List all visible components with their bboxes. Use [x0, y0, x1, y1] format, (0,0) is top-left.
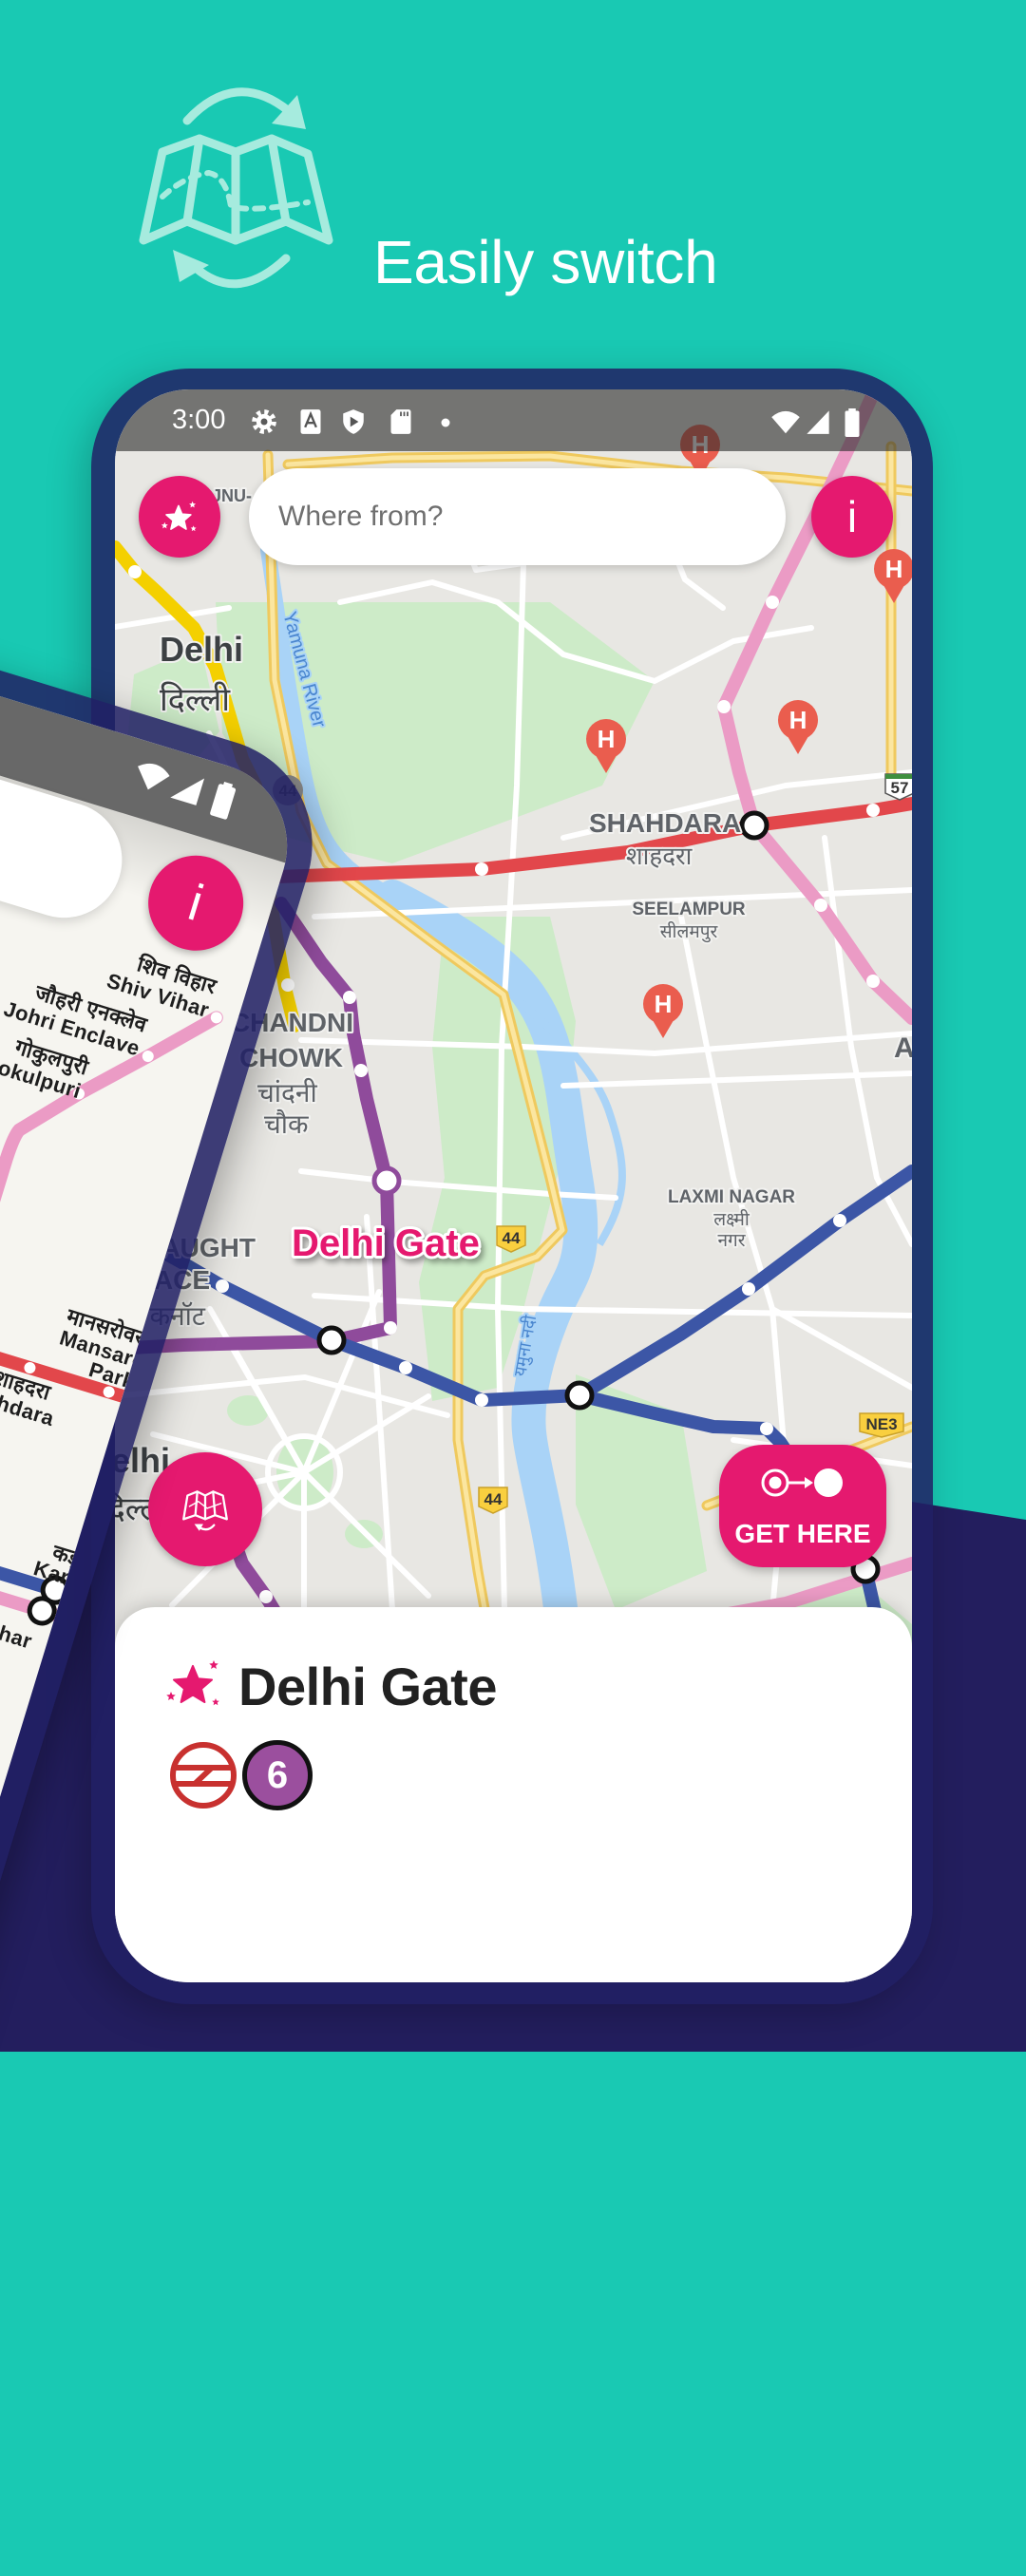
station-dot[interactable] [742, 1282, 755, 1296]
interchange-station[interactable] [739, 810, 770, 841]
hospital-pin-label: H [598, 725, 616, 753]
station-dot[interactable] [833, 1214, 846, 1227]
station-dot[interactable] [259, 1590, 273, 1603]
map-label: लक्ष्मी [713, 1208, 750, 1230]
status-time: 3:00 [172, 405, 226, 435]
station-dot[interactable] [717, 700, 731, 713]
highway-shield-label: 57 [891, 779, 909, 797]
info-icon: i [846, 492, 858, 541]
switch-map-button[interactable] [148, 1452, 262, 1566]
map-label: A [894, 1032, 912, 1064]
map-label: चांदनी [257, 1077, 317, 1108]
station-label[interactable]: har [0, 1620, 35, 1653]
line-6-badge[interactable]: 6 [242, 1740, 313, 1810]
station-dot[interactable] [866, 804, 880, 817]
map-label: SEELAMPUR [632, 900, 746, 919]
search-field[interactable] [249, 468, 786, 565]
map-label: Delhi [160, 630, 243, 669]
get-here-label: GET HERE [734, 1519, 871, 1548]
map-label: CHOWK [239, 1043, 343, 1072]
settings-gear-icon [252, 409, 276, 434]
selected-station-marker[interactable] [371, 1165, 402, 1196]
route-origin-to-destination-icon [761, 1468, 843, 1497]
station-dot[interactable] [475, 1393, 488, 1407]
hospital-pin-label: H [789, 706, 808, 734]
station-dot[interactable] [760, 1422, 773, 1435]
map-label: सीलमपुर [660, 920, 719, 943]
stars-icon [158, 495, 201, 539]
highway-shield: NE3 [859, 1412, 904, 1438]
station-dot[interactable] [384, 1321, 397, 1335]
map-label: SHAHDARA [589, 808, 741, 838]
station-dot[interactable] [814, 899, 827, 912]
sd-card-icon [390, 409, 411, 434]
wifi-icon [771, 410, 800, 434]
station-dot[interactable] [354, 1064, 368, 1077]
map-label: शाहदरा [626, 842, 694, 870]
info-button[interactable]: i [811, 476, 893, 558]
favorites-button[interactable] [139, 476, 220, 558]
map-switch-icon [182, 1490, 228, 1531]
get-here-button[interactable]: GET HERE [719, 1445, 886, 1567]
selected-station-map-label[interactable]: Delhi Gate [289, 1220, 483, 1267]
dmrc-logo-icon [170, 1742, 237, 1809]
arrow-bottom-icon [191, 254, 291, 289]
headline-line-1: Easily switch [373, 228, 718, 296]
station-dot[interactable] [216, 1279, 229, 1293]
where-from-input[interactable] [278, 468, 753, 565]
arrow-top-icon [182, 87, 294, 125]
highway-shield-label: 44 [503, 1229, 521, 1247]
highway-shield-label: 44 [484, 1490, 503, 1508]
notification-dot-icon [441, 418, 450, 427]
map-switch-icon [139, 87, 333, 289]
cellular-signal-icon [807, 410, 829, 434]
map-label: नगर [717, 1231, 746, 1251]
station-dot[interactable] [281, 978, 294, 992]
info-icon: i [181, 874, 210, 933]
map-label: दिल्ली [160, 681, 231, 718]
station-dot[interactable] [866, 975, 880, 988]
station-dot[interactable] [128, 565, 142, 578]
favorite-stars-icon[interactable] [163, 1654, 224, 1714]
battery-icon [845, 408, 860, 437]
map-label: LAXMI NAGAR [668, 1187, 795, 1207]
wifi-icon [138, 764, 170, 790]
station-dot[interactable] [399, 1361, 412, 1374]
station-dot[interactable] [766, 596, 779, 609]
interchange-station[interactable] [564, 1380, 595, 1411]
station-dot[interactable] [343, 991, 356, 1004]
hospital-pin-label: H [885, 555, 903, 583]
station-name: Delhi Gate [238, 1657, 497, 1716]
map-label: चौक [264, 1108, 309, 1139]
highway-shield-label: NE3 [865, 1415, 897, 1433]
station-dot[interactable] [475, 862, 488, 876]
street-map-screen: H H H H H [115, 389, 912, 1982]
hospital-pin-label: H [655, 990, 673, 1018]
battery-icon [210, 782, 237, 820]
status-bar: 3:00 [115, 389, 912, 451]
street-map-phone: H H H H H [91, 369, 933, 2004]
text-a-icon [300, 409, 321, 434]
cellular-signal-icon [170, 778, 205, 805]
interchange-station[interactable] [316, 1325, 347, 1355]
station-card[interactable]: Delhi Gate 6 [115, 1607, 912, 1982]
play-protect-shield-icon [343, 409, 364, 434]
